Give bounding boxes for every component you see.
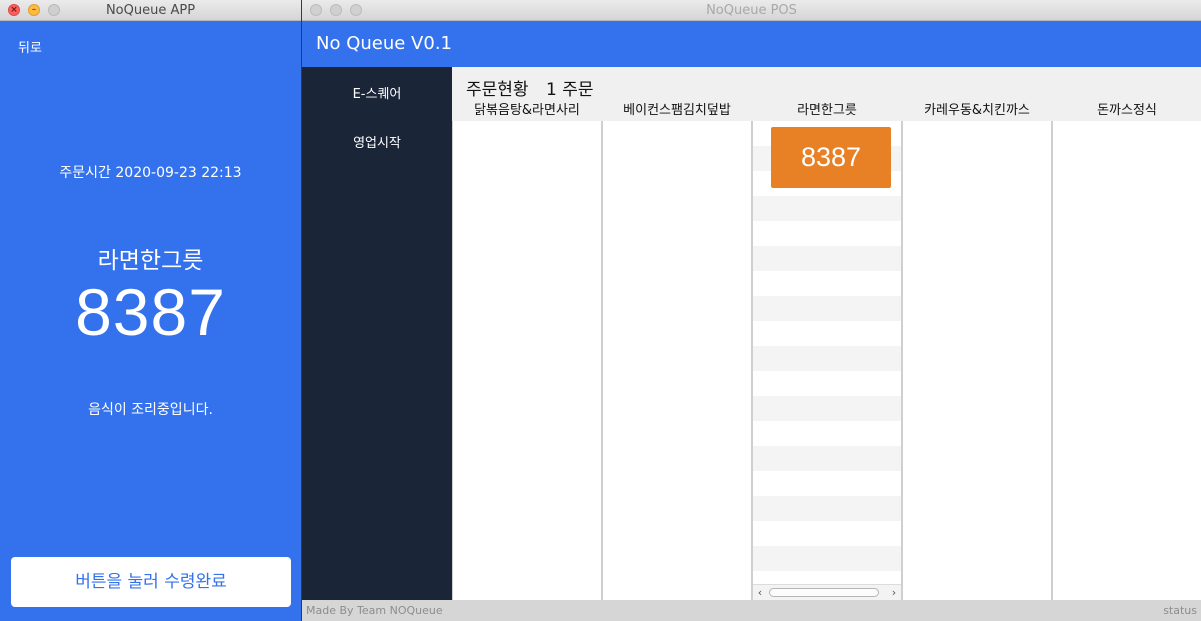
order-card[interactable]: 8387 [771, 127, 891, 188]
order-status-title: 주문현황 [466, 80, 529, 100]
order-column-menu-2[interactable] [602, 121, 752, 600]
maximize-window-icon[interactable] [350, 4, 362, 16]
scroll-left-icon[interactable]: ‹ [753, 585, 767, 600]
column-header-menu-2: 베이컨스팸김치덮밥 [623, 103, 731, 118]
window-controls: × – [8, 4, 60, 16]
close-window-icon[interactable]: × [8, 4, 20, 16]
app-content: 뒤로 주문시간 2020-09-23 22:13 라면한그릇 8387 음식이 … [0, 21, 301, 621]
app-window-title: NoQueue APP [105, 3, 196, 18]
order-column-menu-3[interactable]: 8387 ‹ › [752, 121, 902, 600]
order-number: 8387 [75, 275, 226, 349]
receive-complete-button[interactable]: 버튼을 눌러 수령완료 [11, 557, 291, 607]
maximize-window-icon[interactable] [48, 4, 60, 16]
app-titlebar: × – NoQueue APP [0, 0, 301, 21]
order-columns: 8387 ‹ › [452, 121, 1201, 600]
credits-text: Made By Team NOQueue [306, 604, 443, 617]
pos-window: NoQueue POS No Queue V0.1 E-스퀘어 영업시작 주문현… [302, 0, 1201, 621]
sidebar-item-open-business[interactable]: 영업시작 [302, 132, 452, 151]
scroll-right-icon[interactable]: › [887, 585, 901, 600]
app-window: × – NoQueue APP 뒤로 주문시간 2020-09-23 22:13… [0, 0, 302, 621]
order-board: 주문현황 1 주문 닭볶음탕&라면사리 베이컨스팸김치덮밥 라면한그릇 카레우동… [452, 67, 1201, 600]
pos-window-title: NoQueue POS [706, 3, 797, 18]
order-column-menu-5[interactable] [1052, 121, 1201, 600]
column-header-menu-3: 라면한그릇 [797, 103, 857, 118]
column-header-menu-1: 닭볶음탕&라면사리 [474, 103, 580, 118]
pos-header: No Queue V0.1 [302, 21, 1201, 67]
column-header-menu-4: 카레우동&치킨까스 [924, 103, 1030, 118]
menu-name: 라면한그릇 [97, 248, 204, 274]
back-button[interactable]: 뒤로 [18, 37, 42, 56]
column-header-menu-5: 돈까스정식 [1097, 103, 1157, 118]
pos-titlebar: NoQueue POS [302, 0, 1201, 21]
app-version-title: No Queue V0.1 [316, 33, 452, 54]
order-status-message: 음식이 조리중입니다. [88, 402, 213, 418]
order-column-menu-4[interactable] [902, 121, 1052, 600]
column-headers: 닭볶음탕&라면사리 베이컨스팸김치덮밥 라면한그릇 카레우동&치킨까스 돈까스정… [452, 101, 1201, 121]
page-title: 주문현황 1 주문 [466, 75, 605, 100]
scrollbar-thumb[interactable] [769, 588, 879, 597]
status-bar: Made By Team NOQueue status [302, 600, 1201, 621]
order-count: 1 주문 [545, 80, 594, 100]
horizontal-scrollbar[interactable]: ‹ › [753, 584, 901, 600]
sidebar: E-스퀘어 영업시작 [302, 67, 452, 600]
window-controls [310, 4, 362, 16]
order-time: 주문시간 2020-09-23 22:13 [59, 165, 242, 181]
order-column-menu-1[interactable] [452, 121, 602, 600]
minimize-window-icon[interactable] [330, 4, 342, 16]
close-window-icon[interactable] [310, 4, 322, 16]
sidebar-item-store[interactable]: E-스퀘어 [302, 83, 452, 102]
minimize-window-icon[interactable]: – [28, 4, 40, 16]
status-text: status [1163, 604, 1197, 617]
